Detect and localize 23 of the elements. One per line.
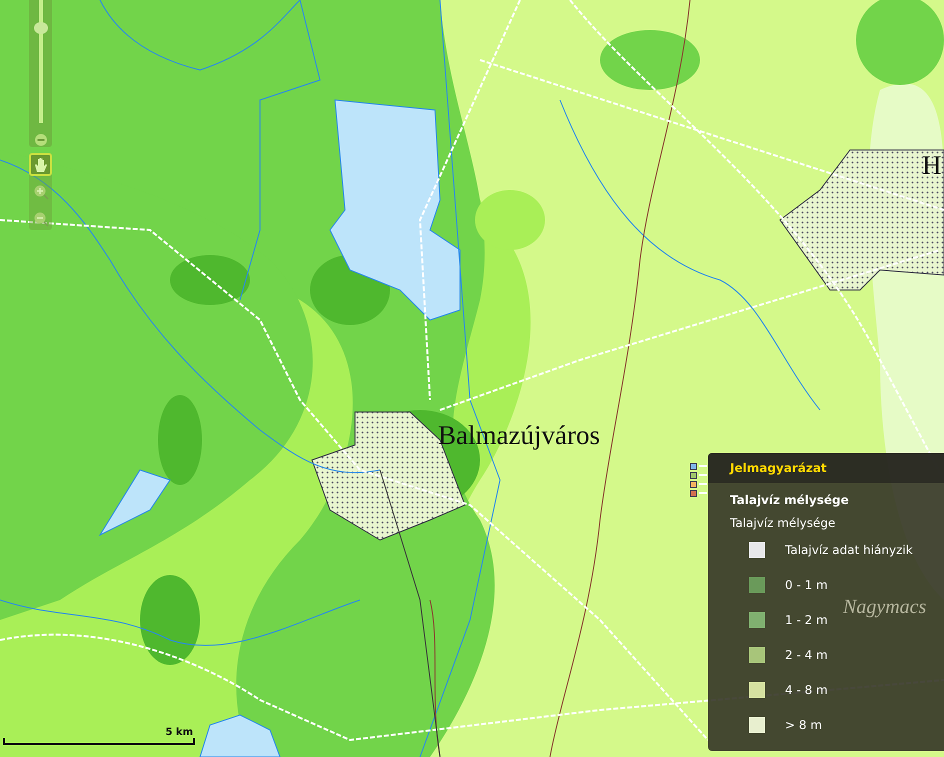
legend-label: > 8 m <box>785 718 822 732</box>
legend-tab-icon[interactable] <box>690 489 707 497</box>
legend-label: 4 - 8 m <box>785 683 828 697</box>
legend-tab-icon[interactable] <box>690 480 707 488</box>
legend-tab-icon[interactable] <box>690 471 707 479</box>
place-label: H <box>922 150 942 181</box>
zoom-slider[interactable] <box>29 0 52 147</box>
hand-icon[interactable] <box>34 156 48 172</box>
scale-label: 5 km <box>165 727 193 738</box>
legend-subtitle: Talajvíz mélysége <box>730 516 836 530</box>
legend-tab-icon[interactable] <box>690 462 707 470</box>
zoom-out-icon[interactable] <box>34 133 48 147</box>
layer-title: Talajvíz mélysége <box>730 493 850 507</box>
legend-label: 0 - 1 m <box>785 578 828 592</box>
legend-title: Jelmagyarázat <box>730 461 827 475</box>
zoom-in-icon[interactable] <box>32 184 48 200</box>
pan-tool-button[interactable] <box>29 153 52 176</box>
legend-label: 1 - 2 m <box>785 613 828 627</box>
zoom-out-icon[interactable] <box>32 210 48 226</box>
map-drawing[interactable] <box>0 0 944 757</box>
legend-label: 2 - 4 m <box>785 648 828 662</box>
place-label: Nagymacs <box>843 596 926 619</box>
legend-label: Talajvíz adat hiányzik <box>785 543 913 557</box>
